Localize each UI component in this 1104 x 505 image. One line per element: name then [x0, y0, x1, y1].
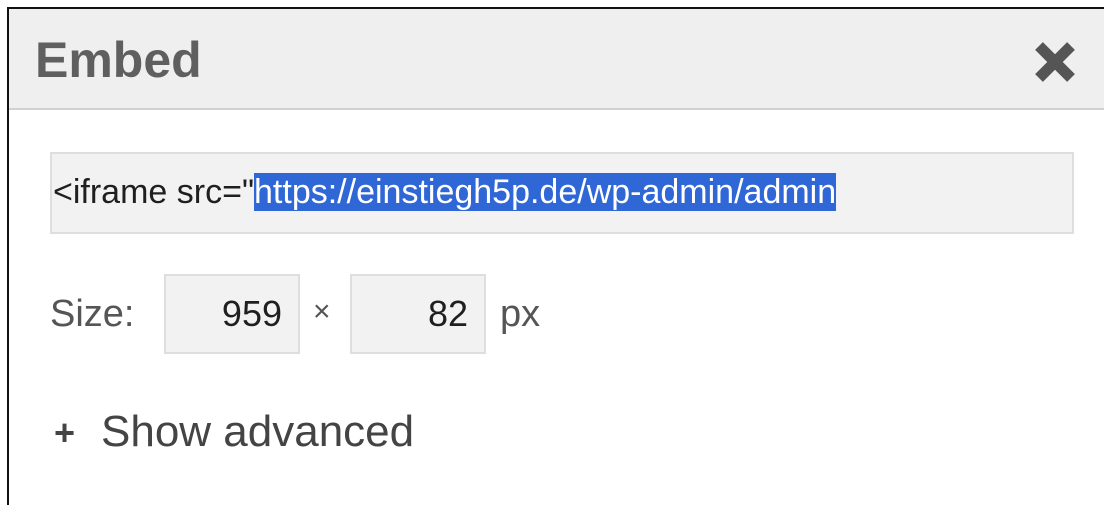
embed-code-field[interactable]: <iframe src="https://einstiegh5p.de/wp-a… — [50, 152, 1074, 234]
embed-dialog: Embed <iframe src="https://einstiegh5p.d… — [7, 7, 1104, 505]
embed-code-text: <iframe src="https://einstiegh5p.de/wp-a… — [52, 171, 837, 213]
close-button[interactable] — [1032, 39, 1078, 85]
embed-code-selection: https://einstiegh5p.de/wp-admin/admin — [254, 173, 837, 211]
show-advanced-label: Show advanced — [101, 407, 415, 456]
embed-code-prefix: <iframe src=" — [53, 173, 255, 211]
dialog-title: Embed — [35, 32, 202, 88]
close-icon — [1035, 42, 1075, 82]
dialog-header: Embed — [9, 9, 1104, 110]
width-input[interactable] — [164, 274, 300, 354]
size-row: Size: × px — [50, 274, 750, 354]
plus-icon: + — [54, 412, 76, 453]
height-input[interactable] — [350, 274, 486, 354]
size-unit: px — [500, 293, 541, 335]
size-separator: × — [313, 295, 331, 328]
size-label: Size: — [50, 293, 135, 335]
